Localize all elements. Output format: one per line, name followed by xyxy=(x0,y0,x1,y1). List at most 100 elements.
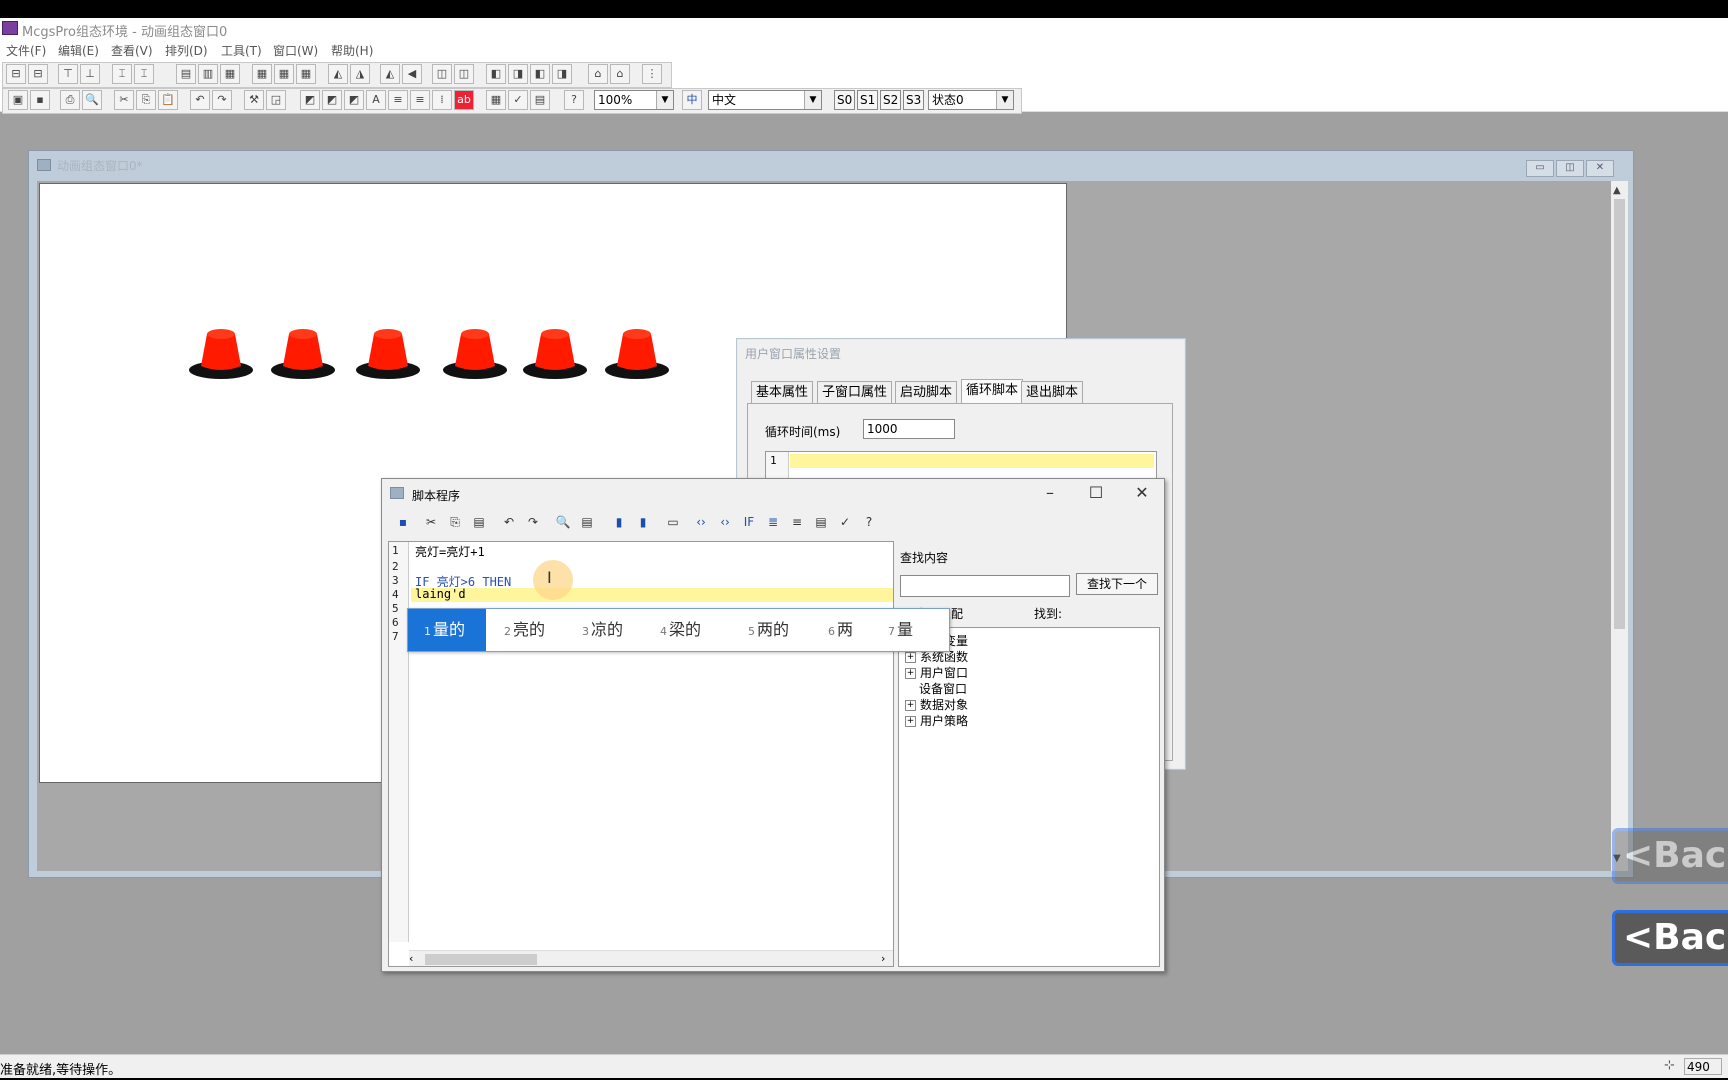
lamp-1[interactable] xyxy=(188,324,254,380)
send-back-icon[interactable]: ◨ xyxy=(508,64,528,84)
fill-color-icon[interactable]: ◩ xyxy=(344,90,364,110)
vertical-scrollbar[interactable]: ▲ ▼ xyxy=(1611,181,1628,871)
comment-icon[interactable]: ▭ xyxy=(664,513,682,531)
ime-candidate[interactable]: 1 量的 xyxy=(408,609,486,651)
var-insert-icon[interactable]: ‹› xyxy=(692,513,710,531)
chevron-up-icon[interactable]: ▲ xyxy=(1613,185,1621,196)
print-icon[interactable]: ⎙ xyxy=(60,90,80,110)
state-select[interactable]: 状态0 ▼ xyxy=(928,90,1014,110)
scroll-thumb[interactable] xyxy=(425,954,537,965)
tab-cycle-script[interactable]: 循环脚本 xyxy=(961,379,1024,404)
state-s2-button[interactable]: S2 xyxy=(880,90,902,110)
menu-file[interactable]: 文件(F) xyxy=(6,42,46,59)
grid-icon[interactable]: ▦ xyxy=(296,64,316,84)
flip-h-icon[interactable]: ◭ xyxy=(380,64,400,84)
chevron-left-icon[interactable]: ‹ xyxy=(409,952,413,965)
lamp-3[interactable] xyxy=(355,324,421,380)
zoom-select[interactable]: 100% ▼ xyxy=(594,90,674,110)
minimize-icon[interactable]: ▭ xyxy=(1526,160,1554,177)
back-button[interactable]: <Back xyxy=(1612,910,1728,966)
cycle-time-input[interactable]: 1000 xyxy=(863,419,955,439)
same-width-icon[interactable]: ▤ xyxy=(176,64,196,84)
group-icon[interactable]: ◫ xyxy=(432,64,452,84)
bring-front-icon[interactable]: ◧ xyxy=(486,64,506,84)
grid-dots-icon[interactable]: ⋮ xyxy=(642,64,662,84)
tree-node-data-objects[interactable]: + 数据对象 xyxy=(905,696,968,713)
ime-candidate[interactable]: 5 两的 xyxy=(732,609,806,651)
state-s1-button[interactable]: S1 xyxy=(857,90,879,110)
while-icon[interactable]: ≡ xyxy=(788,513,806,531)
expand-icon[interactable]: + xyxy=(905,700,916,711)
cut-icon[interactable]: ✂ xyxy=(422,513,440,531)
print-preview-icon[interactable]: 🔍 xyxy=(82,90,102,110)
expand-icon[interactable]: + xyxy=(905,668,916,679)
toolbox-icon[interactable]: ⚒ xyxy=(244,90,264,110)
copy-icon[interactable]: ⎘ xyxy=(136,90,156,110)
if-icon[interactable]: IF xyxy=(740,513,758,531)
chevron-right-icon[interactable]: › xyxy=(881,952,885,965)
menu-edit[interactable]: 编辑(E) xyxy=(58,42,99,59)
ime-candidate[interactable]: 2 亮的 xyxy=(488,609,560,651)
tab-subwindow[interactable]: 子窗口属性 xyxy=(817,381,893,404)
find-icon[interactable]: 🔍 xyxy=(554,513,572,531)
center-v-icon[interactable]: ⌶ xyxy=(134,64,154,84)
rotate-left-icon[interactable]: ◭ xyxy=(328,64,348,84)
close-icon[interactable]: ✕ xyxy=(1130,483,1154,503)
copy-icon[interactable]: ⎘ xyxy=(446,513,464,531)
new-window-icon[interactable]: ▣ xyxy=(8,90,28,110)
tab-startup-script[interactable]: 启动脚本 xyxy=(895,381,958,404)
state-s3-button[interactable]: S3 xyxy=(903,90,925,110)
edit-shape-icon[interactable]: ◩ xyxy=(300,90,320,110)
line-color-icon[interactable]: ≡ xyxy=(388,90,408,110)
help-icon[interactable]: ? xyxy=(564,90,584,110)
if-else-icon[interactable]: ≣ xyxy=(764,513,782,531)
redo-icon[interactable]: ↷ xyxy=(212,90,232,110)
label-tool-icon[interactable]: ab xyxy=(454,90,474,110)
check-icon[interactable]: ✓ xyxy=(508,90,528,110)
func-insert-icon[interactable]: ‹› xyxy=(716,513,734,531)
code-editor[interactable]: 1234567 亮灯=亮灯+1 IF 亮灯>6 THEN laing'd I ‹ › xyxy=(388,541,894,967)
ime-candidate[interactable]: 6两 xyxy=(812,609,868,651)
line-type-icon[interactable]: ≡ xyxy=(410,90,430,110)
flip-v-icon[interactable]: ◀ xyxy=(402,64,422,84)
help-icon[interactable]: ? xyxy=(860,513,878,531)
paste-icon[interactable]: 📋 xyxy=(158,90,178,110)
language-icon[interactable]: 中 xyxy=(682,90,702,110)
compile-icon[interactable]: ▤ xyxy=(530,90,550,110)
language-select[interactable]: 中文 ▼ xyxy=(708,90,822,110)
replace-icon[interactable]: ▤ xyxy=(578,513,596,531)
tab-basic[interactable]: 基本属性 xyxy=(751,381,814,404)
paste-icon[interactable]: ▤ xyxy=(470,513,488,531)
scroll-thumb[interactable] xyxy=(1614,199,1625,629)
tree-node-user-windows[interactable]: + 用户窗口 xyxy=(905,664,968,681)
space-h-icon[interactable]: ▦ xyxy=(252,64,272,84)
center-h-icon[interactable]: ⌶ xyxy=(112,64,132,84)
horizontal-scrollbar[interactable]: ‹ › xyxy=(409,950,893,966)
ime-candidate[interactable]: 7量 xyxy=(872,609,932,651)
expand-icon[interactable]: + xyxy=(905,716,916,727)
save-icon[interactable]: ▪ xyxy=(30,90,50,110)
ime-candidate[interactable]: 4 梁的 xyxy=(644,609,726,651)
save-icon[interactable]: ▪ xyxy=(394,513,412,531)
restore-icon[interactable]: ◫ xyxy=(1556,160,1584,177)
pattern-icon[interactable]: ⁞ xyxy=(432,90,452,110)
align-left-icon[interactable]: ⊟ xyxy=(6,64,26,84)
object-tree[interactable]: +系统变量 +系统函数 +用户窗口 设备窗口 +数据对象 +用户策略 xyxy=(898,627,1160,967)
lamp-6[interactable] xyxy=(604,324,670,380)
tree-node-user-strategies[interactable]: + 用户策略 xyxy=(905,712,968,729)
rotate-right-icon[interactable]: ◮ xyxy=(350,64,370,84)
ime-candidate[interactable]: 3 凉的 xyxy=(566,609,638,651)
unlock-icon[interactable]: ⌂ xyxy=(610,64,630,84)
outdent-icon[interactable]: ▮ xyxy=(634,513,652,531)
cut-icon[interactable]: ✂ xyxy=(114,90,134,110)
redo-icon[interactable]: ↷ xyxy=(524,513,542,531)
state-s0-button[interactable]: S0 xyxy=(834,90,856,110)
find-next-button[interactable]: 查找下一个 xyxy=(1076,573,1158,595)
menu-tools[interactable]: 工具(T) xyxy=(221,42,262,59)
backward-icon[interactable]: ◨ xyxy=(552,64,572,84)
space-v-icon[interactable]: ▦ xyxy=(274,64,294,84)
menu-help[interactable]: 帮助(H) xyxy=(331,42,373,59)
tree-node-device-window[interactable]: 设备窗口 xyxy=(919,680,967,697)
exit-icon[interactable]: ▤ xyxy=(812,513,830,531)
properties-icon[interactable]: ◲ xyxy=(266,90,286,110)
